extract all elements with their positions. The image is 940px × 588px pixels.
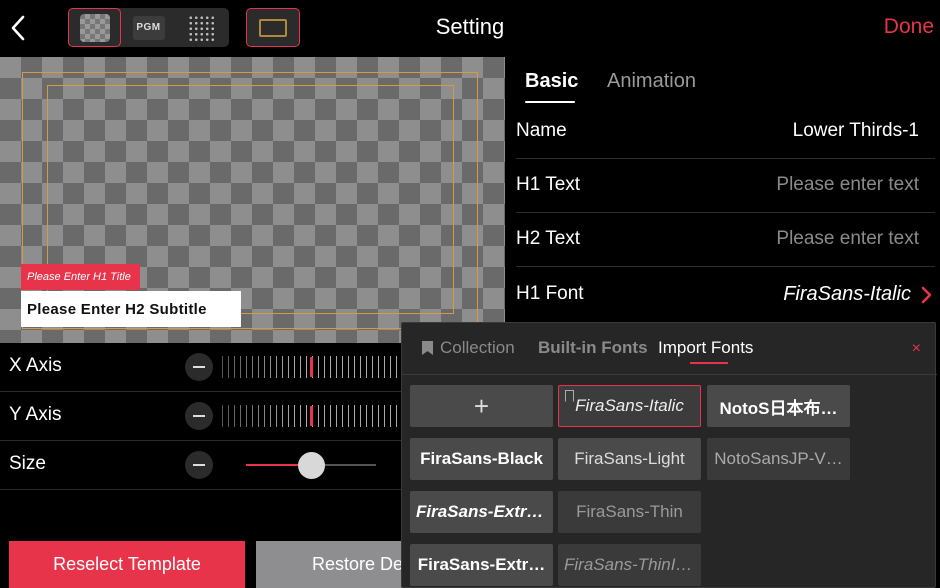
tab-import-fonts[interactable]: Import Fonts bbox=[658, 338, 753, 358]
h1-text-input[interactable]: Please enter text bbox=[776, 174, 919, 196]
y-axis-dial[interactable] bbox=[222, 405, 405, 427]
tab-animation[interactable]: Animation bbox=[607, 70, 696, 93]
font-picker-tabs: Collection Built-in Fonts Import Fonts × bbox=[402, 323, 937, 375]
grid-dots-icon bbox=[187, 14, 216, 41]
top-bar: PGM Setting Done bbox=[0, 0, 940, 56]
font-option[interactable]: NotoS日本布… bbox=[707, 385, 850, 427]
h1-text-row[interactable]: H1 Text Please enter text bbox=[516, 159, 935, 213]
name-label: Name bbox=[516, 120, 567, 141]
safe-frame-icon bbox=[259, 18, 287, 37]
size-label: Size bbox=[9, 453, 46, 474]
preview-canvas[interactable]: Please Enter H1 Title Please Enter H2 Su… bbox=[0, 57, 505, 343]
font-option[interactable]: FiraSans-Thin bbox=[558, 491, 701, 533]
y-axis-dial-marker bbox=[310, 406, 313, 426]
lower-third-h1-title[interactable]: Please Enter H1 Title bbox=[21, 264, 140, 290]
h2-text-input[interactable]: Please enter text bbox=[776, 228, 919, 250]
settings-tabs: Basic Animation bbox=[505, 57, 940, 107]
font-option[interactable]: NotoSansJP-V… bbox=[707, 438, 850, 480]
font-option[interactable]: FiraSans-Light bbox=[558, 438, 701, 480]
size-slider-thumb[interactable] bbox=[298, 452, 325, 479]
tab-built-in-fonts[interactable]: Built-in Fonts bbox=[538, 338, 648, 358]
grid-view-button[interactable] bbox=[175, 8, 228, 47]
checker-view-button[interactable] bbox=[68, 8, 121, 47]
pgm-label: PGM bbox=[132, 15, 165, 40]
view-mode-switcher: PGM bbox=[68, 8, 229, 47]
active-font-tab-indicator bbox=[690, 362, 728, 364]
font-option[interactable]: FiraSans-ThinIt… bbox=[558, 544, 701, 586]
chevron-right-icon[interactable] bbox=[921, 286, 933, 304]
y-axis-label: Y Axis bbox=[9, 404, 62, 425]
page-title: Setting bbox=[435, 14, 505, 39]
close-icon[interactable]: × bbox=[912, 340, 921, 358]
safe-frame-button[interactable] bbox=[246, 8, 300, 47]
pgm-view-button[interactable]: PGM bbox=[122, 8, 175, 47]
h2-text-row[interactable]: H2 Text Please enter text bbox=[516, 213, 935, 267]
font-option[interactable]: FiraSans-Extra… bbox=[410, 491, 553, 533]
h1-text-label: H1 Text bbox=[516, 174, 581, 195]
size-minus-button[interactable] bbox=[185, 451, 213, 479]
plus-icon: + bbox=[473, 390, 490, 421]
h1-font-value[interactable]: FiraSans-Italic bbox=[783, 283, 911, 306]
x-axis-label: X Axis bbox=[9, 355, 62, 376]
lower-third-h2-subtitle[interactable]: Please Enter H2 Subtitle bbox=[21, 291, 241, 327]
name-row[interactable]: Name Lower Thirds-1 bbox=[516, 105, 935, 159]
h1-font-row[interactable]: H1 Font FiraSans-Italic bbox=[516, 268, 935, 322]
h1-font-label: H1 Font bbox=[516, 283, 584, 304]
back-arrow-icon[interactable] bbox=[8, 14, 28, 42]
restore-default-button[interactable]: Restore Default bbox=[256, 541, 416, 588]
x-axis-minus-button[interactable] bbox=[185, 353, 213, 381]
font-option[interactable]: FiraSans-Italic bbox=[558, 385, 701, 427]
tab-collection[interactable]: Collection bbox=[440, 338, 515, 358]
tab-basic[interactable]: Basic bbox=[525, 70, 578, 93]
font-option[interactable]: FiraSans-Black bbox=[410, 438, 553, 480]
add-font-button[interactable]: + bbox=[410, 385, 553, 427]
name-value[interactable]: Lower Thirds-1 bbox=[793, 120, 919, 142]
h2-text-label: H2 Text bbox=[516, 228, 581, 249]
x-axis-dial[interactable] bbox=[222, 356, 405, 378]
reselect-template-button[interactable]: Reselect Template bbox=[9, 541, 245, 588]
done-button[interactable]: Done bbox=[884, 15, 934, 39]
checker-icon bbox=[79, 13, 110, 42]
font-option[interactable]: FiraSans-Extr… bbox=[410, 544, 553, 586]
x-axis-dial-marker bbox=[310, 357, 313, 377]
active-tab-indicator bbox=[525, 101, 575, 103]
y-axis-minus-button[interactable] bbox=[185, 402, 213, 430]
font-picker-popup: Collection Built-in Fonts Import Fonts ×… bbox=[401, 322, 937, 588]
bookmark-icon bbox=[565, 390, 574, 402]
bookmark-icon bbox=[422, 341, 433, 355]
